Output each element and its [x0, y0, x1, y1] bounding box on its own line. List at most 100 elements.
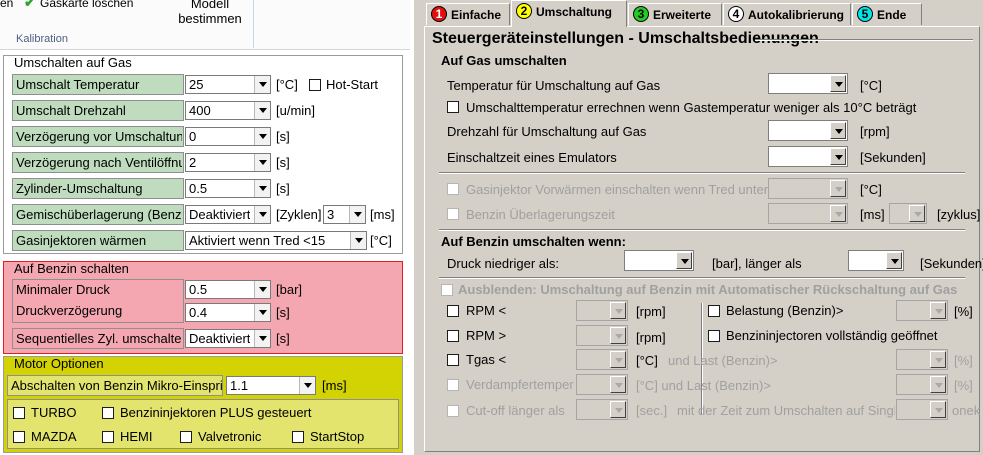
- rpm-greater-select[interactable]: [576, 325, 628, 346]
- chevron-down-icon[interactable]: [254, 206, 270, 223]
- chevron-down-icon[interactable]: [830, 180, 846, 197]
- cutoff-checkbox[interactable]: [447, 405, 459, 417]
- chevron-down-icon[interactable]: [886, 252, 902, 269]
- row-mixture-overlap: Gemischüberlagerung (Benzin): [12, 204, 184, 225]
- plus-injectors-checkbox[interactable]: [102, 407, 114, 419]
- delay-before-select[interactable]: 0: [185, 127, 271, 146]
- emulator-time-select[interactable]: [768, 146, 848, 167]
- unit-label: [ms]: [322, 378, 347, 393]
- chevron-down-icon[interactable]: [254, 102, 270, 119]
- load-select[interactable]: [896, 300, 948, 321]
- chevron-down-icon[interactable]: [254, 180, 270, 197]
- chevron-down-icon[interactable]: [610, 302, 626, 319]
- switch-temperature-select[interactable]: 25: [185, 75, 271, 94]
- rpm-less-checkbox[interactable]: [447, 305, 459, 317]
- hot-start-checkbox[interactable]: [309, 79, 321, 91]
- chevron-down-icon[interactable]: [610, 401, 626, 418]
- chevron-down-icon[interactable]: [830, 122, 846, 139]
- number-3-icon: 3: [633, 6, 649, 22]
- tgas-checkbox[interactable]: [447, 354, 459, 366]
- preheat-label: Gasinjektor Vorwärmen einschalten wenn T…: [466, 182, 769, 197]
- load-checkbox[interactable]: [708, 305, 720, 317]
- cutoff-select[interactable]: [576, 399, 628, 420]
- full-open-checkbox[interactable]: [708, 330, 720, 342]
- evap-load-select[interactable]: [896, 374, 948, 395]
- chevron-down-icon[interactable]: [254, 330, 270, 347]
- min-pressure-select[interactable]: 0.5: [185, 280, 271, 299]
- chevron-down-icon[interactable]: [254, 128, 270, 145]
- chevron-down-icon[interactable]: [830, 205, 846, 222]
- preheat-select[interactable]: [768, 178, 848, 199]
- mixture-overlap-select[interactable]: Deaktiviert: [185, 205, 271, 224]
- pressure-select[interactable]: [624, 250, 694, 271]
- pressure-duration-select[interactable]: [848, 250, 904, 271]
- delete-gas-map-button[interactable]: Gaskarte löschen: [40, 0, 133, 10]
- unit-label: [s]: [276, 331, 290, 346]
- chevron-down-icon[interactable]: [610, 351, 626, 368]
- determine-model-button[interactable]: Modell bestimmen: [170, 0, 250, 26]
- switch-rpm-select[interactable]: 400: [185, 101, 271, 120]
- delay-after-select[interactable]: 2: [185, 153, 271, 172]
- unit-label: [ms]: [370, 207, 395, 222]
- gas-temp-select[interactable]: [768, 73, 848, 94]
- chevron-down-icon[interactable]: [350, 232, 366, 249]
- gas-rpm-select[interactable]: [768, 120, 848, 141]
- select-value: Deaktiviert: [189, 331, 251, 346]
- chevron-down-icon[interactable]: [930, 401, 946, 418]
- overlap-time-select[interactable]: [768, 203, 848, 224]
- evap-checkbox[interactable]: [447, 379, 459, 391]
- calc-temp-checkbox[interactable]: [447, 101, 459, 113]
- overlap-cycles-select[interactable]: 3: [323, 205, 366, 224]
- overlap-cycles-select[interactable]: [889, 203, 927, 224]
- chevron-down-icon[interactable]: [254, 76, 270, 93]
- divider: [439, 277, 965, 279]
- tab-erweiterte[interactable]: 3 Erweiterte: [628, 3, 722, 25]
- cylinder-switch-select[interactable]: 0.5: [185, 179, 271, 198]
- overlap-checkbox[interactable]: [447, 208, 459, 220]
- chevron-down-icon[interactable]: [610, 327, 626, 344]
- mazda-checkbox[interactable]: [13, 431, 25, 443]
- unit-label: [rpm]: [860, 124, 890, 139]
- evap-select[interactable]: [576, 374, 628, 395]
- sequential-switch-select[interactable]: Deaktiviert: [185, 329, 271, 348]
- warm-injectors-select[interactable]: Aktiviert wenn Tred <15: [185, 231, 367, 250]
- chevron-down-icon[interactable]: [830, 148, 846, 165]
- row-label: Gasinjektoren wärmen: [16, 233, 147, 248]
- turbo-checkbox[interactable]: [13, 407, 25, 419]
- group-title: Auf Benzin schalten: [14, 261, 129, 276]
- tgas-select[interactable]: [576, 349, 628, 370]
- tab-autokalibrierung[interactable]: 4 Autokalibrierung: [723, 3, 851, 25]
- hemi-checkbox[interactable]: [102, 431, 114, 443]
- chevron-down-icon[interactable]: [254, 154, 270, 171]
- model-button-line1: Modell: [190, 0, 230, 11]
- chevron-down-icon[interactable]: [254, 281, 270, 298]
- pressure-delay-select[interactable]: 0.4: [185, 303, 271, 322]
- chevron-down-icon[interactable]: [676, 252, 692, 269]
- tab-umschaltung[interactable]: 2 Umschaltung: [511, 0, 627, 27]
- tab-einfache[interactable]: 1 Einfache: [426, 3, 510, 25]
- preheat-checkbox[interactable]: [447, 183, 459, 195]
- chevron-down-icon[interactable]: [254, 304, 270, 321]
- unit-label: [rpm]: [636, 304, 666, 319]
- rpm-greater-checkbox[interactable]: [447, 330, 459, 342]
- unit-label: [ms]: [860, 207, 885, 222]
- select-value: 0.4: [189, 305, 208, 320]
- chevron-down-icon[interactable]: [930, 376, 946, 393]
- chevron-down-icon[interactable]: [349, 206, 365, 223]
- select-value: 0.5: [189, 181, 208, 196]
- chevron-down-icon[interactable]: [930, 351, 946, 368]
- hide-auto-return-checkbox[interactable]: [441, 284, 453, 296]
- chevron-down-icon[interactable]: [909, 205, 925, 222]
- chevron-down-icon[interactable]: [930, 302, 946, 319]
- chevron-down-icon[interactable]: [830, 75, 846, 92]
- tab-ende[interactable]: 5 Ende: [852, 3, 922, 25]
- chevron-down-icon[interactable]: [299, 377, 315, 394]
- rpm-less-select[interactable]: [576, 300, 628, 321]
- micro-injection-select[interactable]: 1.1: [226, 376, 316, 395]
- startstop-checkbox[interactable]: [292, 431, 304, 443]
- chevron-down-icon[interactable]: [610, 376, 626, 393]
- select-value: 1.1: [230, 378, 249, 393]
- tgas-load-select[interactable]: [896, 349, 948, 370]
- valvetronic-checkbox[interactable]: [180, 431, 192, 443]
- cutoff-time-select[interactable]: [896, 399, 948, 420]
